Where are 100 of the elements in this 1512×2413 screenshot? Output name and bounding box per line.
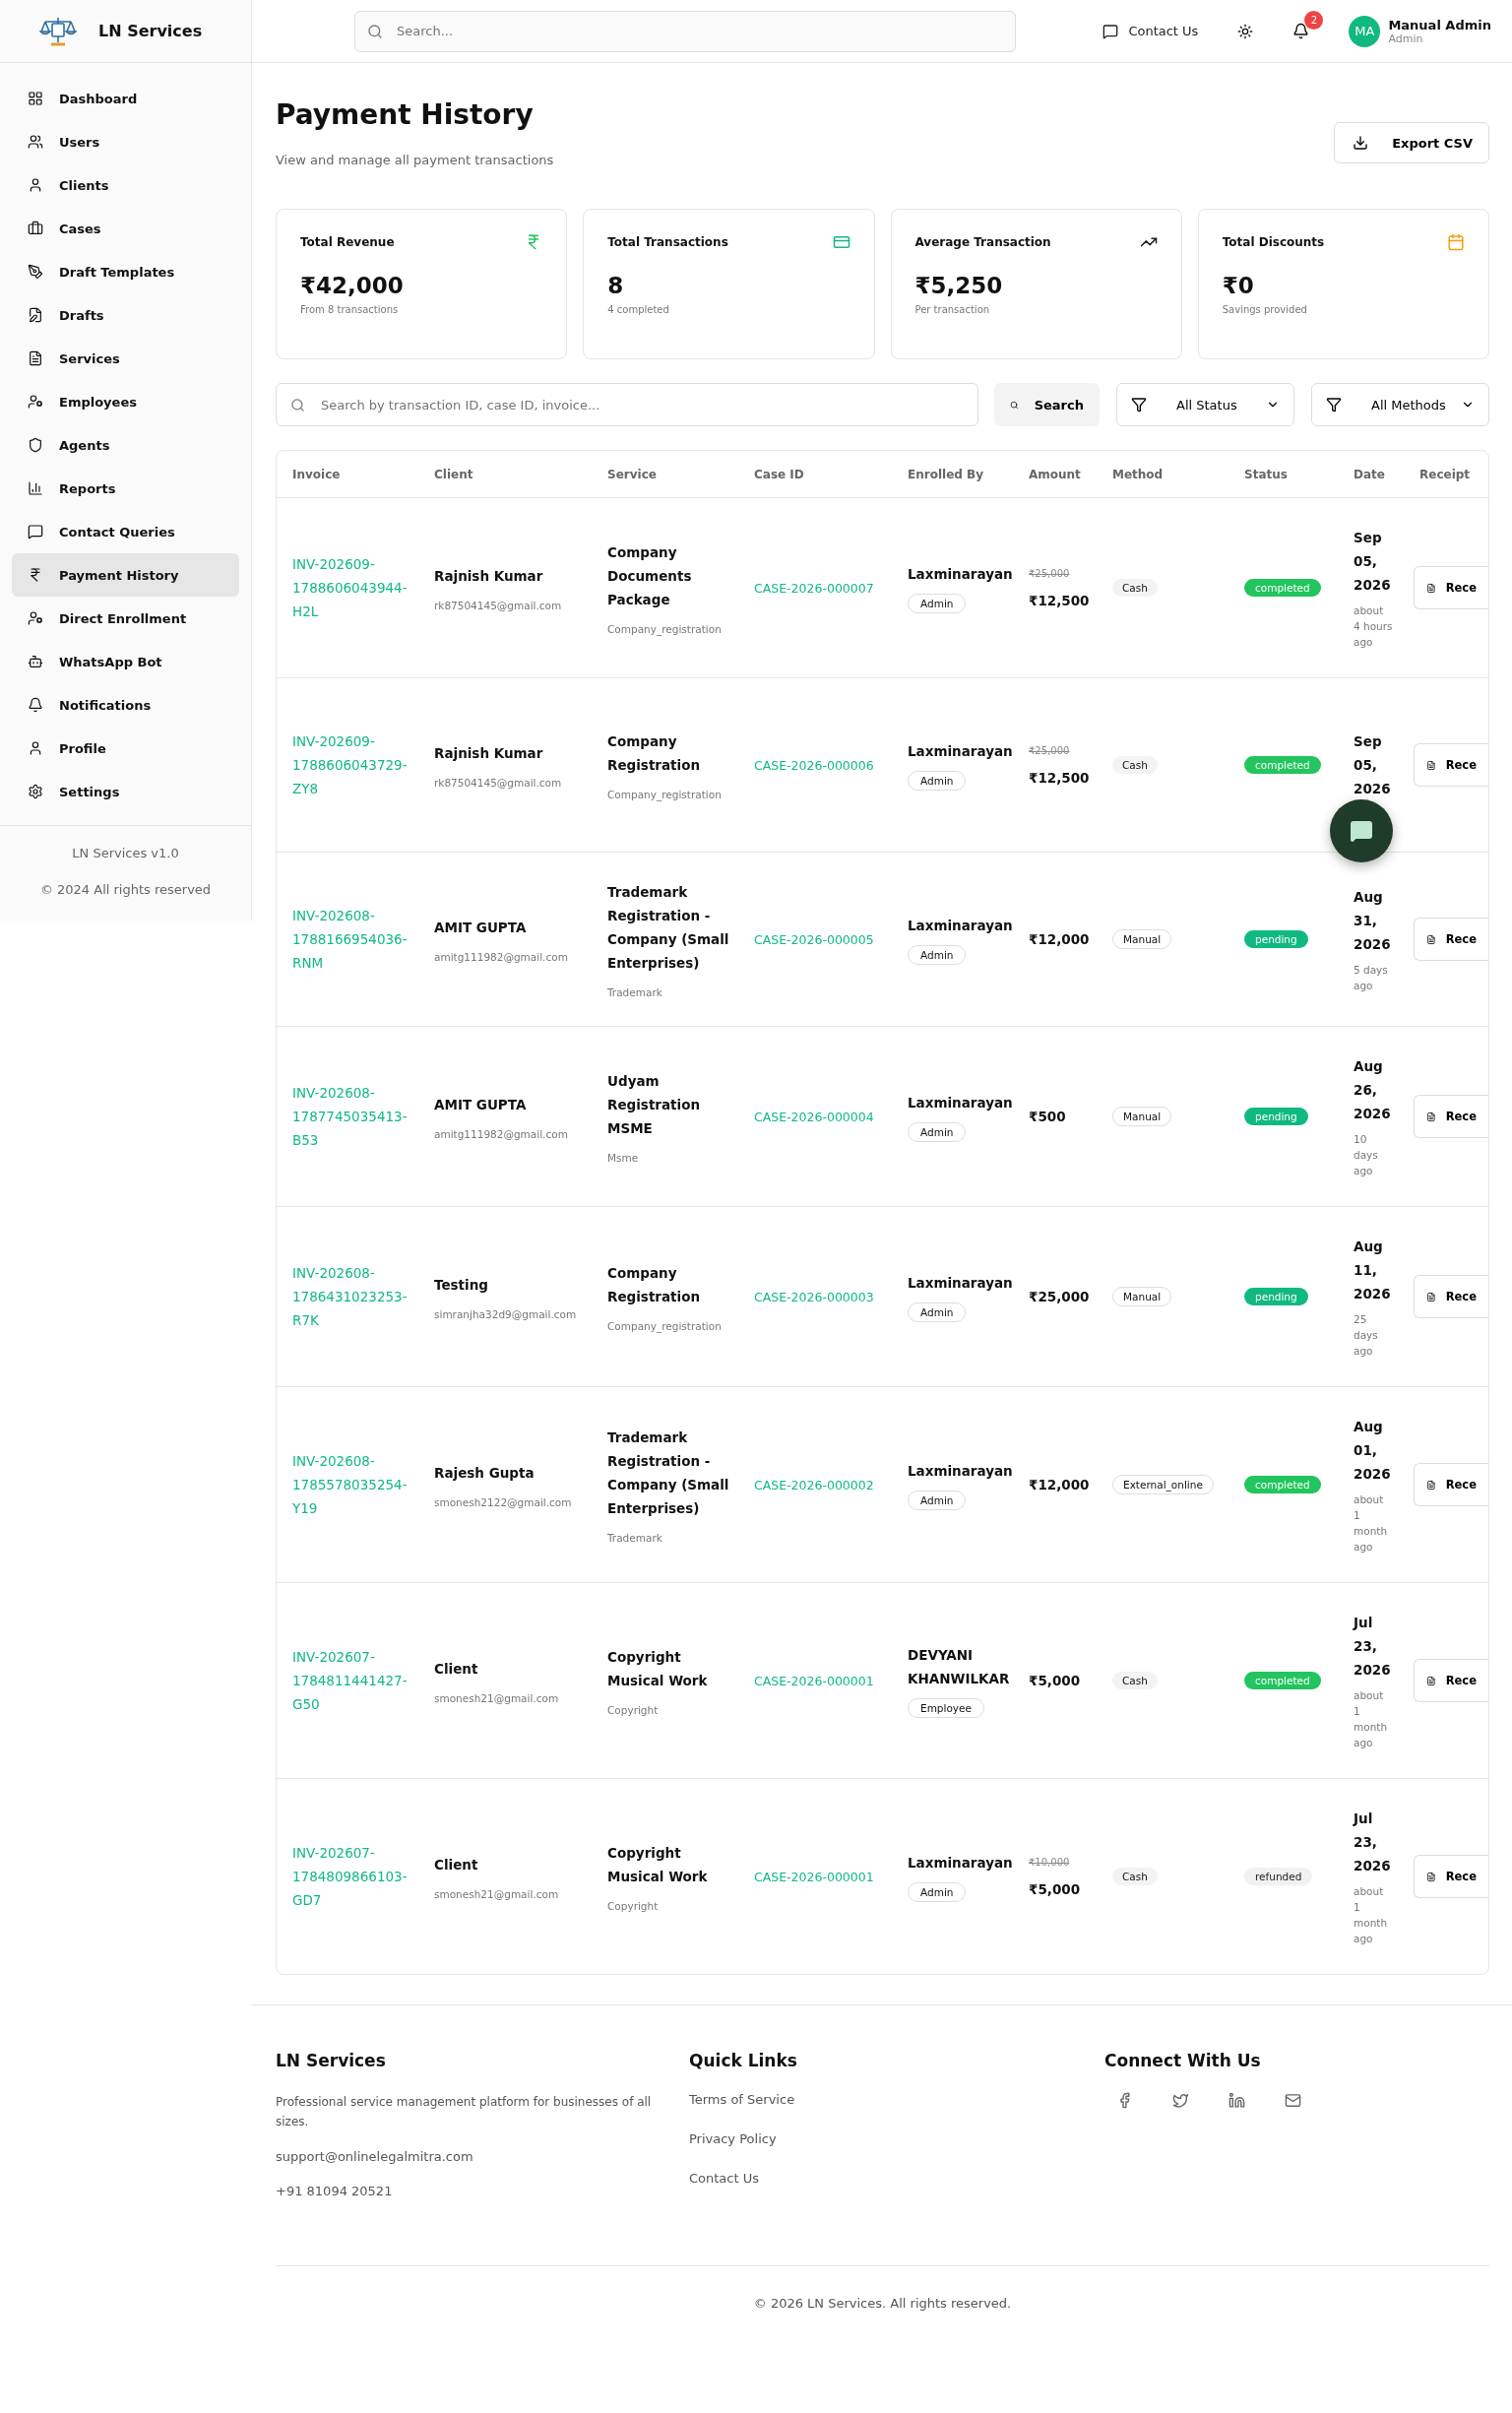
stat-title: Average Transaction	[914, 235, 1051, 249]
receipt-button[interactable]: Rece	[1414, 1463, 1488, 1506]
amount: ₹500	[1029, 1109, 1066, 1124]
enrolled-by-name: Laxminarayan	[908, 1854, 1013, 1873]
stat-value: 8	[607, 273, 625, 298]
original-amount: ₹25,000	[1029, 567, 1070, 579]
column-header: Status	[1244, 467, 1289, 481]
status-tag: completed	[1244, 756, 1321, 774]
receipt-button[interactable]: Rece	[1414, 1095, 1488, 1138]
relative-time: about 1 month ago	[1354, 1688, 1389, 1750]
stat-note: From 8 transactions	[300, 304, 400, 315]
user-icon	[28, 177, 43, 193]
sidebar-item[interactable]: Employees	[12, 380, 239, 423]
service-name: Udyam Registration MSME	[607, 1072, 702, 1138]
sidebar-item[interactable]: Drafts	[12, 293, 239, 337]
chat-icon	[1102, 23, 1119, 39]
sidebar-item[interactable]: WhatsApp Bot	[12, 640, 239, 683]
sidebar-item[interactable]: Notifications	[12, 683, 239, 727]
service-name: Copyright Musical Work	[607, 1844, 709, 1886]
briefcase-icon	[28, 221, 43, 236]
brand-name: LN Services	[98, 22, 203, 40]
method-select[interactable]: All Methods	[1311, 383, 1489, 426]
search-button[interactable]: Search	[994, 383, 1100, 426]
client-name: Client	[434, 1856, 478, 1874]
sidebar-item[interactable]: Reports	[12, 467, 239, 510]
footer-link[interactable]: Contact Us	[689, 2171, 759, 2186]
relative-time: about 4 hours ago	[1354, 603, 1393, 650]
page-title: Payment History	[276, 98, 535, 131]
sidebar-item[interactable]: Draft Templates	[12, 250, 239, 293]
footer-heading: LN Services	[276, 2051, 386, 2070]
sidebar-item[interactable]: Cases	[12, 207, 239, 250]
service-category: Company_registration	[607, 789, 722, 800]
sidebar-item[interactable]: Profile	[12, 727, 239, 770]
twitter-icon[interactable]	[1172, 2092, 1189, 2109]
search-icon	[367, 23, 383, 39]
notifications-icon[interactable]	[1292, 23, 1310, 39]
column-header: Service	[607, 467, 658, 481]
filter-icon	[1326, 397, 1342, 413]
bell-icon	[28, 697, 43, 713]
sidebar-item[interactable]: Dashboard	[12, 77, 239, 120]
client-email: smonesh21@gmail.com	[434, 1692, 559, 1704]
export-button[interactable]: Export CSV	[1334, 122, 1489, 163]
search-box[interactable]: Search...	[354, 10, 1016, 52]
linkedin-icon[interactable]	[1228, 2092, 1245, 2109]
enrolled-by-name: Laxminarayan	[908, 565, 1013, 584]
sidebar-item[interactable]: Agents	[12, 423, 239, 467]
receipt-button[interactable]: Rece	[1414, 1659, 1488, 1702]
receipt-button[interactable]: Rece	[1414, 1275, 1488, 1318]
calendar-icon	[1447, 233, 1465, 251]
status-tag: completed	[1244, 579, 1321, 597]
client-name: Rajesh Gupta	[434, 1464, 535, 1483]
sidebar-item[interactable]: Contact Queries	[12, 510, 239, 553]
status-tag: refunded	[1244, 1868, 1313, 1885]
search-field[interactable]: Search...	[395, 23, 1003, 39]
sidebar-item[interactable]: Settings	[12, 770, 239, 813]
chat-button[interactable]	[1330, 799, 1393, 862]
footer-link[interactable]: Privacy Policy	[689, 2131, 777, 2146]
method-tag: Cash	[1112, 1672, 1158, 1689]
sidebar-item[interactable]: Payment History	[12, 553, 239, 597]
client-email: amitg111982@gmail.com	[434, 1128, 568, 1140]
client-name: Testing	[434, 1276, 488, 1295]
sidebar-item[interactable]: Direct Enrollment	[12, 597, 239, 640]
relative-time: about 1 month ago	[1354, 1884, 1389, 1946]
sidebar-item[interactable]: Users	[12, 120, 239, 163]
theme-toggle-icon[interactable]	[1237, 23, 1254, 39]
client-email: simranjha32d9@gmail.com	[434, 1308, 577, 1320]
stat-title: Total Transactions	[607, 235, 728, 249]
mail-icon[interactable]	[1285, 2092, 1301, 2109]
payment-date: Jul 23, 2026	[1354, 1614, 1392, 1680]
method-tag: Cash	[1112, 756, 1158, 774]
client-email: smonesh21@gmail.com	[434, 1888, 559, 1900]
amount: ₹25,000	[1029, 1289, 1090, 1304]
service-category: Msme	[607, 1152, 639, 1164]
search-icon	[290, 397, 305, 413]
footer-copyright: © 2026 LN Services. All rights reserved.	[752, 2296, 1013, 2311]
service-category: Trademark	[607, 986, 662, 998]
receipt-button[interactable]: Rece	[1414, 1855, 1488, 1898]
sidebar-item[interactable]: Clients	[12, 163, 239, 207]
receipt-button[interactable]: Rece	[1414, 743, 1488, 787]
status-select[interactable]: All Status	[1116, 383, 1294, 426]
client-name: AMIT GUPTA	[434, 919, 527, 937]
payment-date: Jul 23, 2026	[1354, 1810, 1392, 1875]
enrolled-by-name: Laxminarayan	[908, 1462, 1013, 1481]
chat-icon	[28, 524, 43, 540]
column-header: Client	[434, 467, 474, 481]
receipt-button[interactable]: Rece	[1414, 918, 1488, 961]
shield-icon	[28, 437, 43, 453]
receipt-button[interactable]: Rece	[1414, 566, 1488, 609]
transaction-search-box[interactable]: Search by transaction ID, case ID, invoice...	[276, 383, 978, 426]
enrolled-by-name: Laxminarayan	[908, 1274, 1013, 1293]
stat-title: Total Revenue	[300, 235, 395, 249]
original-amount: ₹25,000	[1029, 744, 1070, 756]
sidebar-item[interactable]: Services	[12, 337, 239, 380]
status-tag: pending	[1244, 930, 1308, 948]
notification-badge: 2	[1304, 11, 1324, 30]
service-name: Company Registration	[607, 1264, 702, 1306]
footer-link[interactable]: Terms of Service	[689, 2092, 795, 2107]
column-header: Method	[1112, 467, 1165, 481]
contact-link[interactable]: Contact Us	[1102, 23, 1199, 39]
stat-note: Savings provided	[1222, 304, 1308, 315]
